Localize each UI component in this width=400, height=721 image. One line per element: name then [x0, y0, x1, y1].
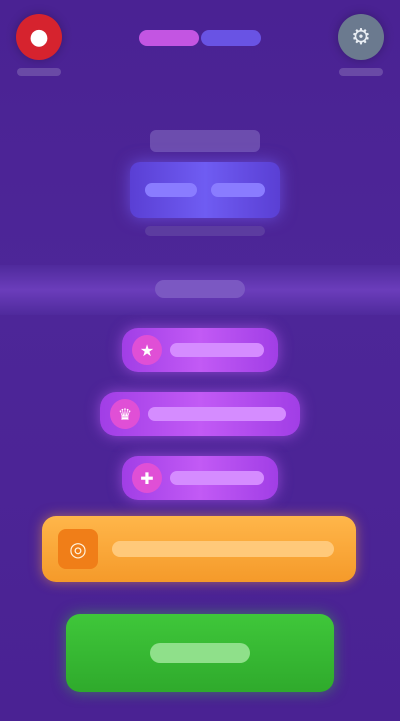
- central-emblem: [130, 130, 280, 240]
- menu-item-2-label-placeholder: [148, 407, 286, 421]
- settings-icon: ⚙: [338, 14, 384, 60]
- top-bar: ● ⚙: [0, 0, 400, 100]
- orange-banner-label-placeholder: [112, 541, 334, 557]
- menu-item-3[interactable]: ✚: [122, 456, 278, 500]
- record-icon: ●: [16, 14, 62, 60]
- gift-icon: ✚: [132, 463, 162, 493]
- right-corner-button[interactable]: ⚙: [336, 14, 386, 76]
- emblem-icon: [130, 162, 280, 218]
- play-button[interactable]: [66, 614, 334, 692]
- game-logo: [135, 18, 265, 58]
- logo-shape: [139, 30, 261, 46]
- emblem-top-bar: [150, 130, 260, 152]
- play-button-label-placeholder: [150, 643, 250, 663]
- trophy-icon: ♛: [110, 399, 140, 429]
- menu-item-2[interactable]: ♛: [100, 392, 300, 436]
- game-menu-screen: ● ⚙ ★ ♛ ✚ ◎: [0, 0, 400, 721]
- emblem-base: [145, 226, 265, 236]
- menu-item-1[interactable]: ★: [122, 328, 278, 372]
- menu-item-3-label-placeholder: [170, 471, 264, 485]
- emblem-shape: [145, 183, 265, 197]
- orange-banner-button[interactable]: ◎: [42, 516, 356, 582]
- right-corner-label-placeholder: [339, 68, 383, 76]
- left-corner-label-placeholder: [17, 68, 61, 76]
- menu-item-1-label-placeholder: [170, 343, 264, 357]
- coin-icon: ◎: [58, 529, 98, 569]
- left-corner-button[interactable]: ●: [14, 14, 64, 76]
- section-band-label-placeholder: [155, 280, 245, 298]
- star-icon: ★: [132, 335, 162, 365]
